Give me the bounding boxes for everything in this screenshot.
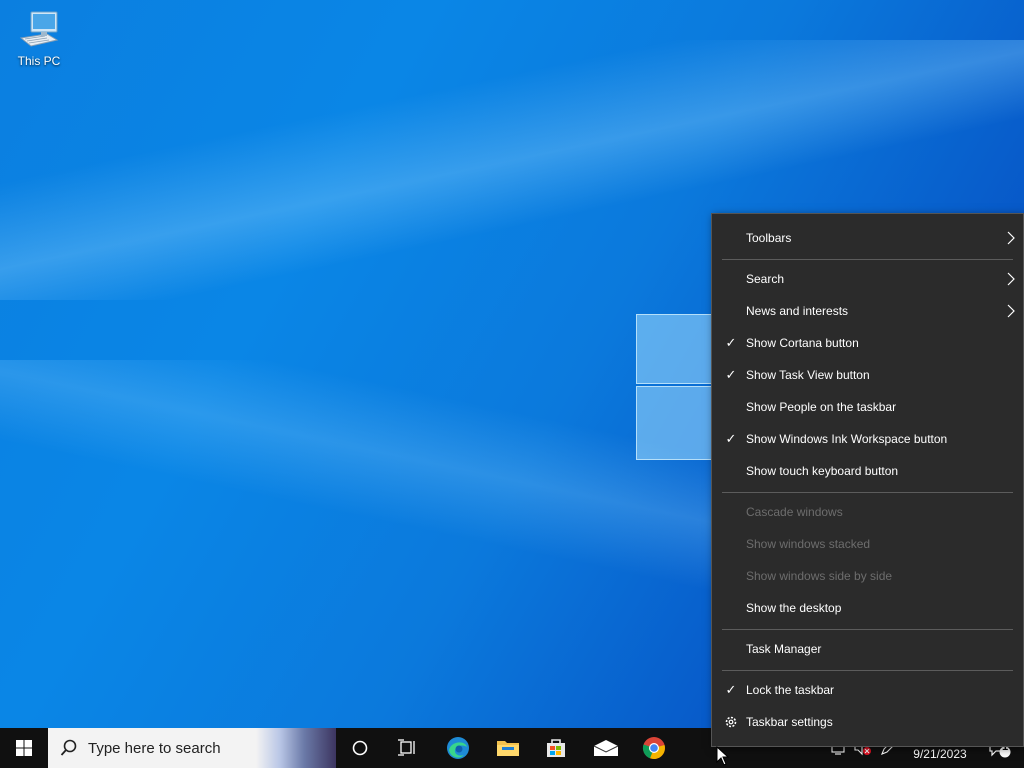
menu-item-show-task-view-button[interactable]: ✓ Show Task View button	[712, 359, 1023, 391]
start-button[interactable]	[0, 728, 48, 768]
checkmark-icon: ✓	[725, 335, 737, 350]
mail-button[interactable]	[582, 728, 630, 768]
menu-item-lock-the-taskbar[interactable]: ✓ Lock the taskbar	[712, 674, 1023, 706]
menu-item-label: Search	[746, 272, 785, 286]
menu-item-taskbar-settings[interactable]: Taskbar settings	[712, 706, 1023, 738]
menu-item-show-cortana-button[interactable]: ✓ Show Cortana button	[712, 327, 1023, 359]
menu-item-label: Show touch keyboard button	[746, 464, 899, 478]
mouse-cursor-icon	[716, 746, 730, 766]
checkmark-icon: ✓	[725, 682, 737, 697]
menu-item-show-windows-ink[interactable]: ✓ Show Windows Ink Workspace button	[712, 423, 1023, 455]
task-view-button[interactable]	[384, 728, 432, 768]
checkmark-icon: ✓	[725, 431, 737, 446]
menu-item-show-the-desktop[interactable]: Show the desktop	[712, 592, 1023, 624]
menu-item-label: Show windows side by side	[746, 569, 893, 583]
menu-item-label: Show Cortana button	[746, 336, 859, 350]
computer-icon	[19, 11, 59, 47]
menu-separator	[722, 629, 1013, 630]
file-explorer-button[interactable]	[484, 728, 532, 768]
menu-item-search[interactable]: Search	[712, 263, 1023, 295]
menu-item-label: News and interests	[746, 304, 849, 318]
edge-icon	[447, 737, 469, 759]
menu-item-label: Show windows stacked	[746, 537, 871, 551]
mail-icon	[593, 740, 619, 756]
taskbar-search-box[interactable]: Type here to search	[48, 728, 336, 768]
menu-separator	[722, 670, 1013, 671]
menu-item-label: Cascade windows	[746, 505, 843, 519]
circle-icon	[352, 740, 368, 756]
menu-item-label: Show People on the taskbar	[746, 400, 897, 414]
menu-item-label: Show the desktop	[746, 601, 842, 615]
menu-item-toolbars[interactable]: Toolbars	[712, 222, 1023, 254]
cortana-button[interactable]	[336, 728, 384, 768]
menu-item-cascade-windows: Cascade windows	[712, 496, 1023, 528]
menu-item-label: Lock the taskbar	[746, 683, 835, 697]
edge-button[interactable]	[434, 728, 482, 768]
folder-icon	[497, 741, 519, 756]
chrome-icon	[642, 737, 665, 760]
gear-icon	[725, 716, 737, 728]
chevron-right-icon	[1007, 272, 1015, 286]
menu-item-news-and-interests[interactable]: News and interests	[712, 295, 1023, 327]
menu-item-show-touch-keyboard[interactable]: Show touch keyboard button	[712, 455, 1023, 487]
menu-item-show-windows-side-by-side: Show windows side by side	[712, 560, 1023, 592]
chevron-right-icon	[1007, 304, 1015, 318]
desktop-icon-label: This PC	[17, 54, 61, 68]
clock-date: 9/21/2023	[913, 747, 967, 761]
task-view-icon	[398, 739, 415, 756]
menu-item-task-manager[interactable]: Task Manager	[712, 633, 1023, 665]
menu-item-show-people[interactable]: Show People on the taskbar	[712, 391, 1023, 423]
wallpaper-windows-logo	[636, 300, 716, 470]
menu-item-show-windows-stacked: Show windows stacked	[712, 528, 1023, 560]
search-highlight-image[interactable]	[256, 728, 336, 768]
search-icon	[60, 739, 77, 756]
menu-separator	[722, 492, 1013, 493]
store-icon	[547, 739, 565, 757]
menu-item-label: Task Manager	[746, 642, 822, 656]
store-button[interactable]	[532, 728, 580, 768]
chevron-right-icon	[1007, 231, 1015, 245]
chrome-button[interactable]	[630, 728, 678, 768]
menu-item-label: Show Task View button	[746, 368, 870, 382]
desktop-icon-this-pc[interactable]: This PC	[10, 8, 68, 68]
checkmark-icon: ✓	[725, 367, 737, 382]
windows-logo-icon	[16, 740, 32, 756]
menu-item-label: Toolbars	[746, 231, 792, 245]
search-placeholder: Type here to search	[88, 740, 221, 757]
menu-item-label: Show Windows Ink Workspace button	[746, 432, 948, 446]
taskbar-context-menu: Toolbars Search News and interests ✓ Sho…	[711, 213, 1024, 747]
menu-separator	[722, 259, 1013, 260]
menu-item-label: Taskbar settings	[746, 715, 833, 729]
